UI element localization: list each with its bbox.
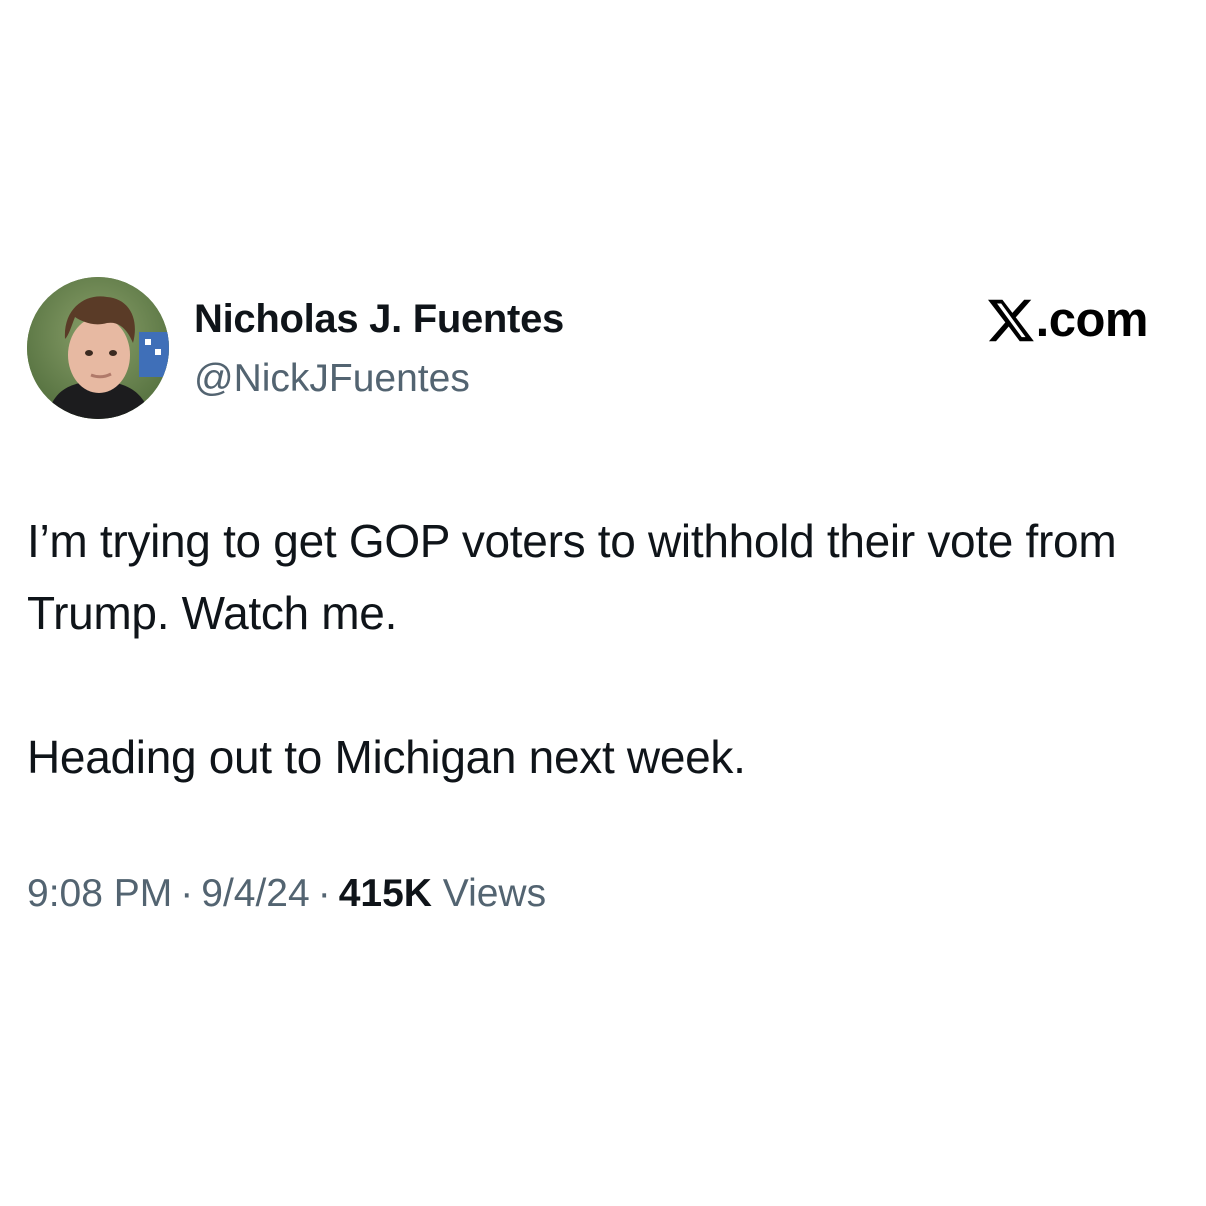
brand-domain-suffix: .com [1035, 293, 1149, 347]
views-count[interactable]: 415K [339, 872, 432, 915]
author-display-name[interactable]: Nicholas J. Fuentes [194, 294, 564, 344]
meta-separator: · [180, 872, 194, 915]
author-handle[interactable]: @NickJFuentes [194, 354, 470, 404]
tweet-meta: 9:08 PM · 9/4/24 · 415K Views [27, 868, 546, 920]
avatar-photo [27, 277, 169, 419]
avatar[interactable] [27, 277, 169, 419]
tweet-paragraph: Heading out to Michigan next week. [27, 731, 746, 783]
tweet-date[interactable]: 9/4/24 [201, 872, 309, 915]
tweet-card: Nicholas J. Fuentes @NickJFuentes .com I… [0, 0, 1206, 1206]
x-logo-icon [987, 299, 1034, 341]
meta-separator: · [317, 872, 331, 915]
tweet-time[interactable]: 9:08 PM [27, 872, 172, 915]
tweet-text: I’m trying to get GOP voters to withhold… [27, 505, 1177, 793]
views-label: Views [442, 872, 547, 915]
tweet-paragraph: I’m trying to get GOP voters to withhold… [27, 515, 1117, 639]
x-com-brand[interactable]: .com [987, 292, 1149, 348]
